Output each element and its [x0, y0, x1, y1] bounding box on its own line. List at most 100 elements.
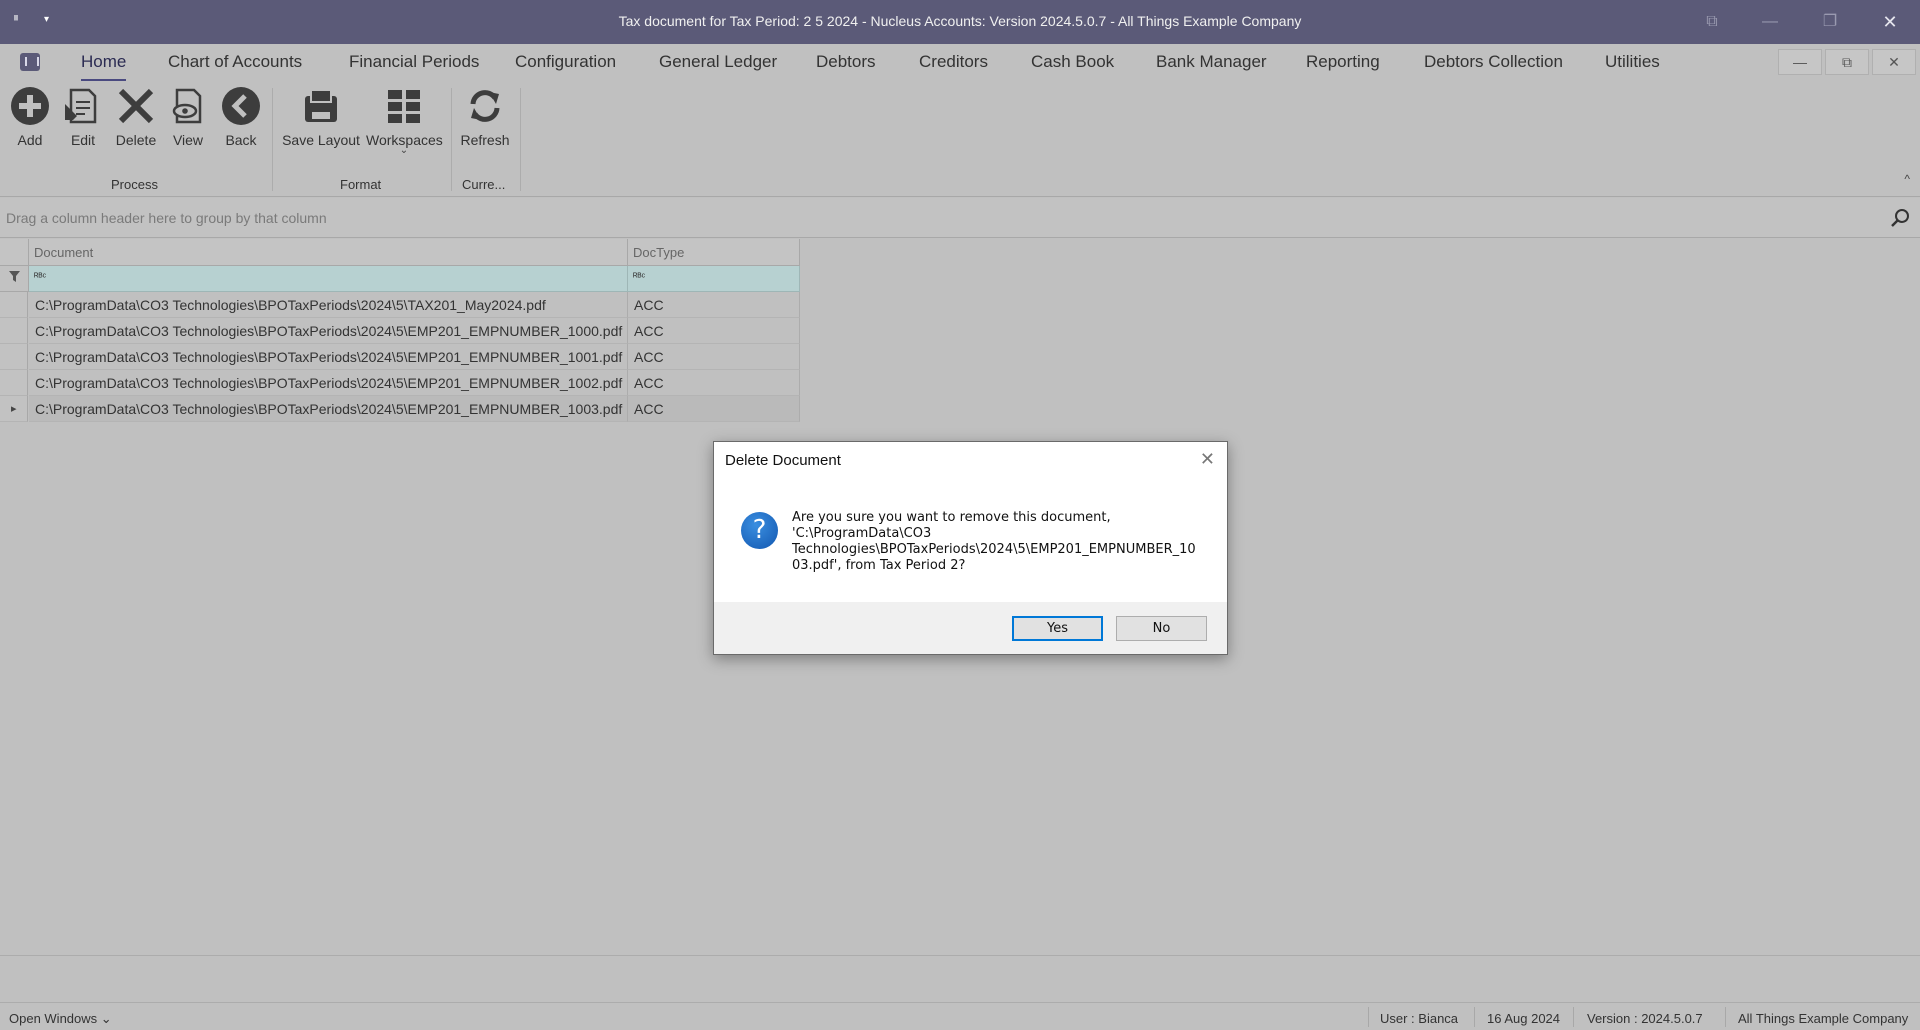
- workspaces-button[interactable]: Workspaces ⌄: [366, 86, 443, 156]
- edit-icon: [65, 88, 97, 124]
- cell-doctype[interactable]: ACC: [628, 344, 800, 370]
- row-indicator: [0, 292, 28, 318]
- filter-doctype-input[interactable]: ᴿᴮᶜ: [628, 266, 800, 292]
- footer-panel: [0, 955, 1920, 1002]
- filter-row-icon: [0, 266, 29, 292]
- refresh-label: Refresh: [460, 132, 510, 148]
- menu-bank-manager[interactable]: Bank Manager: [1156, 52, 1267, 72]
- message-line: 'C:\ProgramData\CO3: [792, 526, 932, 541]
- column-header-document[interactable]: Document: [29, 239, 628, 266]
- open-windows-dropdown[interactable]: Open Windows ⌄: [9, 1011, 112, 1027]
- status-company: All Things Example Company: [1738, 1011, 1909, 1026]
- ribbon-separator: [451, 88, 452, 191]
- add-button[interactable]: Add: [10, 86, 50, 148]
- view-button[interactable]: View: [168, 86, 208, 148]
- cell-doctype[interactable]: ACC: [628, 292, 800, 318]
- menu-utilities[interactable]: Utilities: [1605, 52, 1660, 72]
- workspaces-grid-icon: [388, 90, 420, 123]
- ribbon-separator: [520, 88, 521, 191]
- refresh-button[interactable]: Refresh: [460, 86, 510, 148]
- column-header-doctype[interactable]: DocType: [628, 239, 800, 266]
- ribbon: Add Edit Delete View Back Save Layout Wo…: [0, 82, 1920, 197]
- row-indicator: [0, 370, 28, 396]
- cell-document[interactable]: C:\ProgramData\CO3 Technologies\BPOTaxPe…: [29, 396, 628, 422]
- status-user: User : Bianca: [1380, 1011, 1459, 1026]
- close-window-button[interactable]: ✕: [1878, 10, 1902, 34]
- status-separator: [1474, 1007, 1475, 1027]
- menu-creditors[interactable]: Creditors: [919, 52, 988, 72]
- refresh-icon: [470, 90, 500, 122]
- ribbon-group-format: Format: [340, 177, 382, 192]
- save-layout-label: Save Layout: [282, 132, 360, 148]
- delete-document-dialog: Delete Document ✕ ? Are you sure you wan…: [713, 441, 1228, 655]
- cell-doctype[interactable]: ACC: [628, 396, 800, 422]
- status-separator: [1573, 1007, 1574, 1027]
- message-line: 03.pdf', from Tax Period 2?: [792, 558, 966, 573]
- save-layout-button[interactable]: Save Layout: [282, 86, 360, 148]
- edit-label: Edit: [70, 132, 96, 148]
- group-by-panel[interactable]: Drag a column header here to group by th…: [0, 198, 1920, 238]
- cell-doctype[interactable]: ACC: [628, 370, 800, 396]
- menu-cash-book[interactable]: Cash Book: [1031, 52, 1114, 72]
- ribbon-group-current: Curre...: [462, 177, 506, 192]
- mdi-minimize-button[interactable]: —: [1778, 49, 1822, 75]
- cell-document[interactable]: C:\ProgramData\CO3 Technologies\BPOTaxPe…: [29, 370, 628, 396]
- ribbon-display-options-icon[interactable]: ⧉: [1700, 10, 1724, 34]
- search-icon[interactable]: [1890, 208, 1910, 228]
- row-indicator: [0, 344, 28, 370]
- message-line: Are you sure you want to remove this doc…: [792, 510, 1111, 525]
- menu-configuration[interactable]: Configuration: [515, 52, 616, 72]
- delete-label: Delete: [115, 132, 157, 148]
- mdi-close-button[interactable]: ✕: [1872, 49, 1916, 75]
- status-version: Version : 2024.5.0.7: [1587, 1011, 1703, 1026]
- dialog-footer: Yes No: [714, 602, 1227, 654]
- back-label: Back: [225, 132, 257, 148]
- cell-doctype[interactable]: ACC: [628, 318, 800, 344]
- menu-home[interactable]: Home: [81, 52, 127, 81]
- workspaces-dropdown-icon: ⌄: [399, 145, 409, 156]
- cell-document[interactable]: C:\ProgramData\CO3 Technologies\BPOTaxPe…: [29, 292, 628, 318]
- delete-x-icon: [118, 88, 154, 124]
- question-icon: ?: [741, 512, 778, 549]
- back-icon: [222, 87, 260, 125]
- menu-debtors-collection[interactable]: Debtors Collection: [1424, 52, 1563, 72]
- ribbon-separator: [272, 88, 273, 191]
- view-document-icon: [172, 88, 202, 124]
- ribbon-group-process: Process: [111, 177, 158, 192]
- row-indicator-header: [0, 239, 29, 266]
- menu-debtors[interactable]: Debtors: [816, 52, 876, 72]
- menu-chart-of-accounts[interactable]: Chart of Accounts: [168, 52, 302, 72]
- menu-reporting[interactable]: Reporting: [1306, 52, 1380, 72]
- no-button[interactable]: No: [1116, 616, 1207, 641]
- collapse-ribbon-icon[interactable]: ^: [1904, 172, 1910, 186]
- status-date: 16 Aug 2024: [1487, 1011, 1561, 1026]
- add-icon: [11, 87, 49, 125]
- minimize-window-button[interactable]: —: [1758, 10, 1782, 34]
- yes-button[interactable]: Yes: [1012, 616, 1103, 641]
- filter-funnel-icon: [9, 271, 20, 282]
- dialog-close-icon[interactable]: ✕: [1200, 449, 1215, 470]
- dialog-message: Are you sure you want to remove this doc…: [792, 510, 1212, 574]
- menu-bar: Home Chart of Accounts Financial Periods…: [0, 44, 1920, 82]
- menu-general-ledger[interactable]: General Ledger: [659, 52, 777, 72]
- save-layout-icon: [305, 89, 337, 122]
- dialog-title: Delete Document: [725, 452, 841, 469]
- status-bar: Open Windows ⌄ User : Bianca 16 Aug 2024…: [0, 1002, 1920, 1030]
- status-separator: [1725, 1007, 1726, 1027]
- row-indicator: [0, 318, 28, 344]
- cell-document[interactable]: C:\ProgramData\CO3 Technologies\BPOTaxPe…: [29, 318, 628, 344]
- filter-document-input[interactable]: ᴿᴮᶜ: [29, 266, 628, 292]
- delete-button[interactable]: Delete: [114, 86, 158, 148]
- mdi-restore-button[interactable]: ⧉: [1825, 49, 1869, 75]
- cell-document[interactable]: C:\ProgramData\CO3 Technologies\BPOTaxPe…: [29, 344, 628, 370]
- title-bar: ᴵᴵ ▾ Tax document for Tax Period: 2 5 20…: [0, 0, 1920, 44]
- back-button[interactable]: Back: [221, 86, 261, 148]
- restore-window-button[interactable]: ❐: [1818, 10, 1842, 34]
- edit-button[interactable]: Edit: [62, 86, 104, 148]
- window-title: Tax document for Tax Period: 2 5 2024 - …: [618, 13, 1302, 29]
- menu-financial-periods[interactable]: Financial Periods: [349, 52, 479, 72]
- view-label: View: [172, 132, 204, 148]
- add-label: Add: [17, 132, 43, 148]
- document-menu-icon[interactable]: [20, 53, 40, 71]
- group-by-hint: Drag a column header here to group by th…: [6, 210, 327, 226]
